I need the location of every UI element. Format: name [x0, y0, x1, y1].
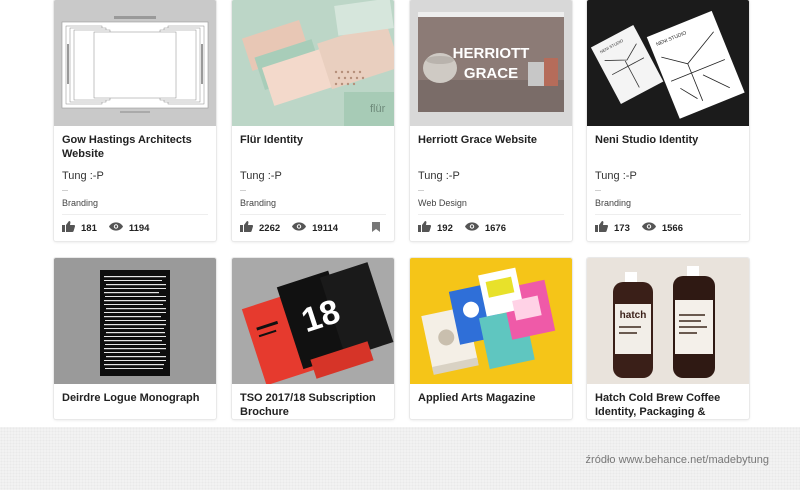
project-title[interactable]: Deirdre Logue Monograph — [62, 391, 208, 419]
project-title[interactable]: Herriott Grace Website — [418, 133, 564, 161]
like-count: 173 — [614, 222, 630, 234]
project-title[interactable]: Applied Arts Magazine — [418, 391, 564, 419]
thumb-text: flür — [370, 103, 386, 115]
like-count: 2262 — [259, 222, 281, 234]
project-title[interactable]: Flür Identity — [240, 133, 386, 161]
project-thumbnail[interactable] — [54, 0, 216, 126]
thumbs-up-icon[interactable] — [62, 221, 76, 235]
view-count: 1566 — [661, 222, 683, 234]
project-thumbnail[interactable]: HERRIOTT GRACE — [410, 0, 572, 126]
project-title[interactable]: Hatch Cold Brew Coffee Identity, Packagi… — [595, 391, 741, 419]
thumbs-up-icon[interactable] — [595, 221, 609, 235]
eye-icon — [464, 222, 479, 234]
divider — [62, 190, 68, 191]
project-card[interactable]: hatch Hatch Cold Brew Coffee Identity, P… — [587, 258, 749, 419]
project-owner[interactable]: Tung :-P — [595, 170, 741, 184]
project-thumbnail[interactable]: hatch — [587, 258, 749, 384]
thumb-text: GRACE — [464, 65, 518, 82]
project-title[interactable]: Neni Studio Identity — [595, 133, 741, 161]
project-card[interactable]: NENI STUDIO NENI STUDIO Neni Studio Iden… — [587, 0, 749, 241]
project-card[interactable]: Deirdre Logue Monograph — [54, 258, 216, 419]
thumb-text: hatch — [620, 310, 647, 321]
view-count: 1194 — [128, 222, 150, 234]
project-grid: Gow Hastings Architects Website Tung :-P… — [0, 0, 800, 427]
project-title[interactable]: TSO 2017/18 Subscription Brochure — [240, 391, 386, 419]
project-stats: 173 1566 — [595, 215, 741, 241]
project-stats: 2262 19114 — [240, 215, 386, 241]
project-card[interactable]: Gow Hastings Architects Website Tung :-P… — [54, 0, 216, 241]
project-thumbnail[interactable] — [54, 258, 216, 384]
project-thumbnail[interactable]: 18 — [232, 258, 394, 384]
view-count: 1676 — [484, 222, 506, 234]
project-thumbnail[interactable]: NENI STUDIO NENI STUDIO — [587, 0, 749, 126]
project-title[interactable]: Gow Hastings Architects Website — [62, 133, 208, 161]
eye-icon — [108, 222, 123, 234]
like-count: 181 — [81, 222, 97, 234]
source-caption: źródło www.behance.net/madebytung — [585, 454, 769, 466]
project-card[interactable]: flür Flür Identity Tung :-P Branding 226… — [232, 0, 394, 241]
project-stats: 181 1194 — [62, 215, 208, 241]
thumbs-up-icon[interactable] — [240, 221, 254, 235]
project-field[interactable]: Web Design — [418, 198, 564, 210]
eye-icon — [641, 222, 656, 234]
thumbs-up-icon[interactable] — [418, 221, 432, 235]
project-field[interactable]: Branding — [240, 198, 386, 210]
project-card[interactable]: Applied Arts Magazine — [410, 258, 572, 419]
project-card[interactable]: 18 TSO 2017/18 Subscription Brochure — [232, 258, 394, 419]
project-field[interactable]: Branding — [595, 198, 741, 210]
project-owner[interactable]: Tung :-P — [418, 170, 564, 184]
bookmark-icon[interactable] — [372, 221, 380, 235]
view-count: 19114 — [312, 222, 339, 234]
project-owner[interactable]: Tung :-P — [62, 170, 208, 184]
project-stats: 192 1676 — [418, 215, 564, 241]
thumb-text: HERRIOTT — [453, 45, 530, 62]
like-count: 192 — [437, 222, 453, 234]
project-thumbnail[interactable] — [410, 258, 572, 384]
project-thumbnail[interactable]: flür — [232, 0, 394, 126]
project-card[interactable]: HERRIOTT GRACE Herriott Grace Website Tu… — [410, 0, 572, 241]
project-owner[interactable]: Tung :-P — [240, 170, 386, 184]
project-field[interactable]: Branding — [62, 198, 208, 210]
divider — [595, 190, 601, 191]
divider — [418, 190, 424, 191]
eye-icon — [292, 222, 307, 234]
footer: źródło www.behance.net/madebytung — [0, 427, 800, 490]
divider — [240, 190, 246, 191]
